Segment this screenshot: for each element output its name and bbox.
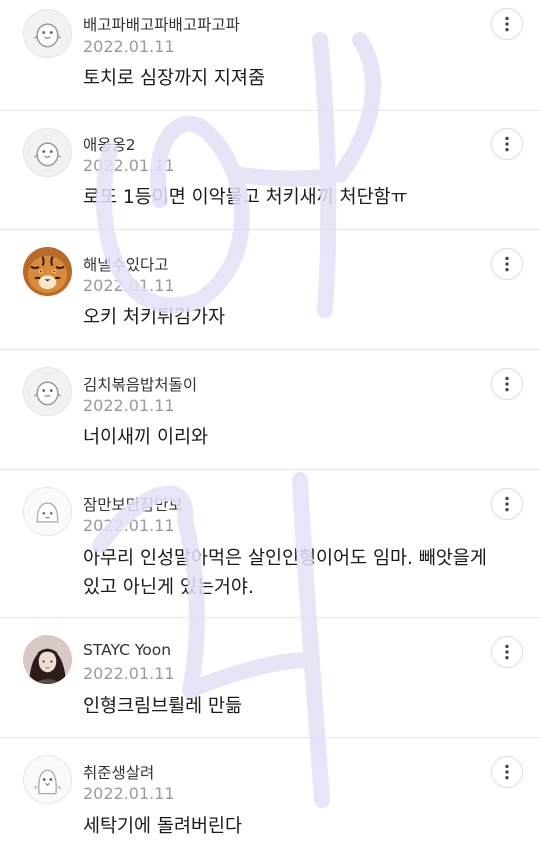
chick-avatar-icon[interactable] [23, 128, 72, 177]
penguin-avatar-icon[interactable] [23, 755, 72, 804]
comment-item: 취준생살려 2022.01.11 세탁기에 돌려버린다 [0, 738, 540, 844]
comment-text: 로또 1등이면 이악물고 처키새끼 처단함ㅠ [83, 187, 408, 208]
more-vertical-icon[interactable] [491, 488, 523, 520]
comment-item: STAYC Yoon 2022.01.11 인형크림브륄레 만듦 [0, 618, 540, 737]
comment-date: 2022.01.11 [83, 516, 175, 535]
comment-item: 애옹옹2 2022.01.11 로또 1등이면 이악물고 처키새끼 처단함ㅠ [0, 111, 540, 229]
comment-text: 토치로 심장까지 지져줌 [83, 68, 265, 89]
chick-avatar-icon[interactable] [23, 9, 72, 58]
comment-date: 2022.01.11 [83, 276, 175, 295]
comment-date: 2022.01.11 [83, 396, 175, 415]
comment-nickname[interactable]: 김치볶음밥처돌이 [83, 373, 197, 395]
comment-date: 2022.01.11 [83, 664, 175, 683]
tiger-avatar-icon[interactable] [23, 247, 72, 296]
comment-item: 해낼수있다고 2022.01.11 오키 처키튀김가자 [0, 230, 540, 349]
comment-text: 오키 처키튀김가자 [83, 307, 226, 328]
comment-date: 2022.01.11 [83, 784, 175, 803]
comment-text: 아무리 인성말아먹은 살인인형이어도 임마. 빼앗을게 있고 아닌게 있는거야. [83, 548, 487, 598]
comment-nickname[interactable]: 애옹옹2 [83, 133, 136, 155]
comment-date: 2022.01.11 [83, 37, 175, 56]
more-vertical-icon[interactable] [491, 128, 523, 160]
more-vertical-icon[interactable] [491, 756, 523, 788]
more-vertical-icon[interactable] [491, 248, 523, 280]
comment-item: 배고파배고파배고파고파 2022.01.11 토치로 심장까지 지져줌 [0, 0, 540, 110]
comment-nickname[interactable]: 취준생살려 [83, 761, 154, 783]
comment-nickname[interactable]: 잠만보만잠만보 [83, 493, 183, 515]
more-vertical-icon[interactable] [491, 636, 523, 668]
comment-item: 김치볶음밥처돌이 2022.01.11 너이새끼 이리와 [0, 350, 540, 469]
more-vertical-icon[interactable] [491, 368, 523, 400]
comment-text: 인형크림브륄레 만듦 [83, 696, 243, 717]
comment-nickname[interactable]: 배고파배고파배고파고파 [83, 13, 240, 35]
chick-avatar-icon[interactable] [23, 367, 72, 416]
ghost-avatar-icon[interactable] [23, 487, 72, 536]
comment-nickname[interactable]: 해낼수있다고 [83, 253, 169, 275]
comment-nickname[interactable]: STAYC Yoon [83, 641, 171, 659]
comment-item: 잠만보만잠만보 2022.01.11 아무리 인성말아먹은 살인인형이어도 임마… [0, 470, 540, 617]
person-avatar-icon[interactable] [23, 635, 72, 684]
comment-text: 세탁기에 돌려버린다 [83, 816, 243, 837]
comment-text: 너이새끼 이리와 [83, 427, 209, 448]
comment-date: 2022.01.11 [83, 156, 175, 175]
more-vertical-icon[interactable] [491, 8, 523, 40]
